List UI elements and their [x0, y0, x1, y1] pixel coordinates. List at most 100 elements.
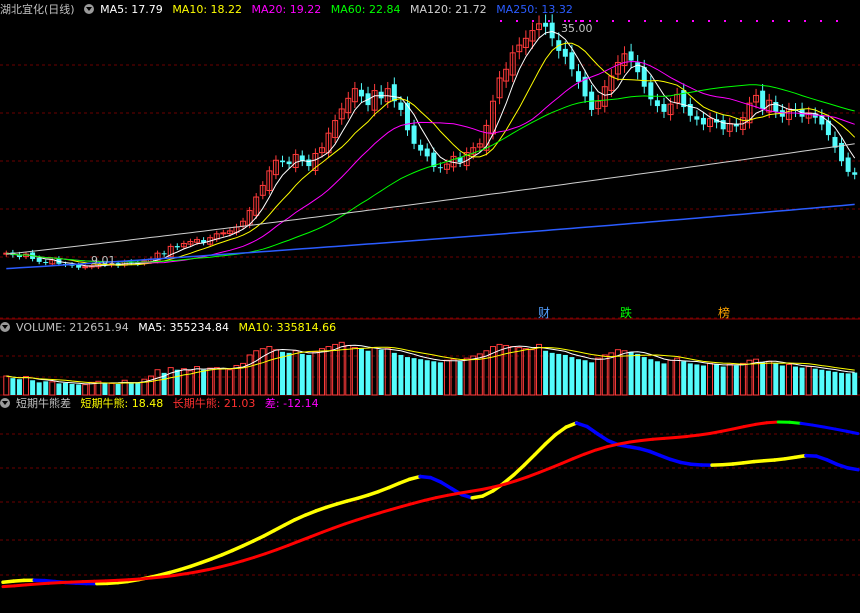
long-line-segment — [286, 539, 301, 547]
volume-bar — [30, 380, 36, 395]
volume-bar — [516, 347, 523, 396]
long-line-segment — [411, 498, 427, 505]
event-marker-cai[interactable]: 财 — [538, 306, 550, 320]
candle-body — [174, 246, 180, 248]
candle-body — [654, 100, 660, 107]
volume-bar — [82, 384, 89, 396]
event-marker-bang[interactable]: 榜 — [718, 305, 730, 320]
long-line-segment — [560, 457, 575, 465]
candle-body — [161, 253, 167, 255]
long-line-segment — [12, 583, 28, 588]
volume-bar — [773, 363, 779, 395]
volume-bar — [147, 375, 154, 396]
candle-body — [280, 160, 286, 163]
long-line-segment — [845, 429, 860, 436]
candle-body — [424, 148, 430, 157]
long-line-segment — [275, 543, 290, 552]
volume-bar — [286, 352, 292, 395]
long-line-segment — [47, 581, 62, 585]
long-line-segment — [594, 445, 609, 452]
long-line-segment — [651, 436, 666, 441]
volume-bar — [371, 347, 378, 396]
long-line-segment — [617, 440, 632, 446]
long-line-segment — [240, 556, 256, 563]
volume-bar — [785, 363, 792, 396]
long-line-segment — [571, 452, 586, 461]
signal-dot — [676, 20, 678, 22]
signal-dot — [708, 20, 710, 22]
menu-circle-icon[interactable] — [84, 4, 95, 14]
volume-bar — [213, 367, 220, 396]
ma120-line — [6, 143, 855, 255]
volume-bar — [43, 381, 49, 395]
candle-body — [694, 116, 700, 120]
volume-bar — [779, 365, 785, 395]
candle-body — [43, 262, 49, 264]
volume-bar — [306, 354, 312, 395]
candle-body — [562, 48, 568, 57]
long-line-segment — [457, 489, 472, 495]
low-label: 9.01 — [91, 254, 116, 267]
volume-bar — [194, 366, 201, 396]
volume-bar — [207, 367, 214, 396]
long-line-segment — [491, 482, 507, 489]
short-value: 短期牛熊: 18.48 — [80, 397, 164, 410]
volume-bar — [608, 352, 615, 396]
volume-bar — [799, 367, 805, 395]
volume-bar — [661, 363, 667, 395]
short-line-segment — [282, 517, 297, 527]
menu-circle-icon[interactable] — [0, 322, 10, 332]
event-marker-die[interactable]: 跌 — [620, 305, 632, 320]
candle-body — [404, 102, 410, 131]
volume-bar — [154, 369, 161, 396]
volume-bar — [766, 360, 773, 396]
signal-dot — [692, 20, 694, 22]
volume-bar — [292, 350, 299, 396]
candle-body — [418, 144, 424, 151]
long-line-segment — [206, 565, 222, 572]
volume-bar — [694, 364, 700, 395]
volume-bar — [299, 353, 305, 395]
volume-bar — [825, 370, 831, 395]
candle-body — [845, 157, 851, 172]
short-line-segment — [272, 523, 287, 533]
menu-circle-icon[interactable] — [0, 398, 10, 408]
long-line-segment — [320, 526, 336, 534]
long-line-segment — [1, 584, 16, 589]
candle-body — [641, 67, 647, 87]
long-line-segment — [434, 493, 450, 500]
signal-dot — [804, 20, 806, 22]
signal-dot — [820, 20, 822, 22]
volume-bar — [3, 375, 10, 396]
moving-average-lines — [6, 30, 856, 270]
short-line-segment — [595, 431, 610, 443]
long-line-segment — [628, 438, 643, 444]
chart-title: 湖北宜化(日线) — [0, 3, 75, 16]
volume-bar — [714, 364, 720, 395]
signal-dot — [772, 20, 774, 22]
volume-bar — [418, 359, 424, 395]
vol-ma10-value: MA10: 335814.66 — [238, 321, 337, 334]
signal-dot — [612, 20, 614, 22]
long-line-segment — [514, 475, 529, 483]
long-line-segment — [149, 575, 165, 580]
volume-bar — [681, 361, 687, 395]
long-line-segment — [104, 578, 119, 583]
volume-bar — [543, 350, 549, 395]
long-line-segment — [822, 425, 837, 431]
ma250-line — [6, 203, 855, 270]
volume-bar — [496, 343, 503, 396]
volume-bar — [667, 359, 674, 396]
volume-bar — [852, 372, 858, 395]
candle-body — [852, 172, 858, 175]
candle-body — [700, 117, 706, 125]
long-line-segment — [366, 511, 381, 519]
long-line-segment — [639, 437, 655, 442]
long-line-segment — [765, 420, 780, 425]
signal-dot — [644, 20, 646, 22]
volume-bar — [10, 378, 16, 395]
volume-bar — [128, 382, 134, 395]
volume-bar — [220, 368, 227, 396]
long-line-segment — [788, 420, 803, 425]
long-line-segment — [548, 461, 564, 470]
